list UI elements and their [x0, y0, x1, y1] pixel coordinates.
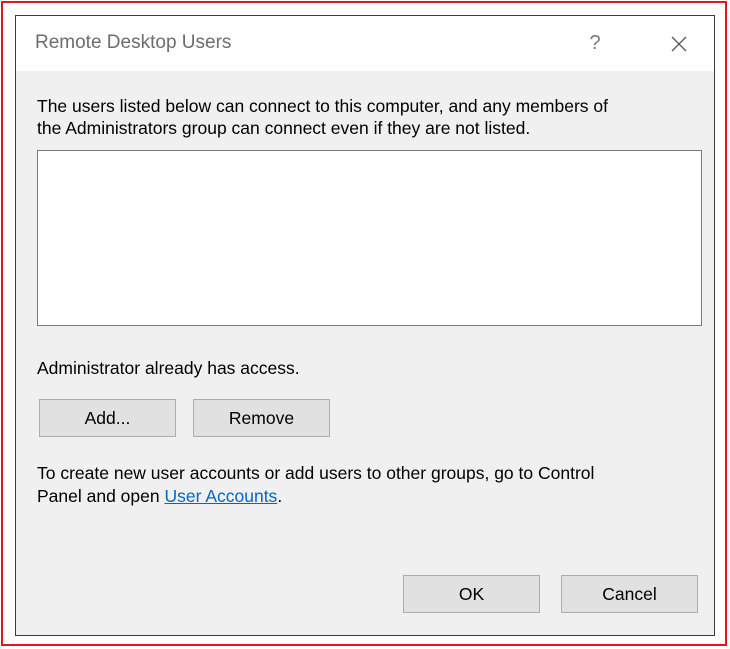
close-icon [671, 36, 687, 51]
footer-line-2-suffix: . [277, 486, 283, 506]
description-line-1: The users listed below can connect to th… [37, 96, 608, 116]
description-line-2: the Administrators group can connect eve… [37, 118, 531, 138]
footer-text: To create new user accounts or add users… [37, 462, 702, 508]
help-button[interactable]: ? [572, 16, 618, 71]
access-note: Administrator already has access. [37, 358, 300, 378]
footer-line-2: Panel and open User Accounts. [37, 485, 702, 508]
close-button[interactable] [656, 16, 702, 71]
footer-line-2-prefix: Panel and open [37, 486, 165, 506]
cancel-button[interactable]: Cancel [561, 575, 698, 613]
dialog-title: Remote Desktop Users [35, 32, 232, 53]
ok-button[interactable]: OK [403, 575, 540, 613]
remote-desktop-users-dialog: Remote Desktop Users ? The users listed … [15, 15, 715, 636]
add-button[interactable]: Add... [39, 399, 176, 437]
footer-line-1: To create new user accounts or add users… [37, 463, 595, 483]
users-list[interactable] [37, 150, 702, 326]
user-accounts-link[interactable]: User Accounts [164, 486, 277, 506]
remove-button[interactable]: Remove [193, 399, 330, 437]
title-bar[interactable]: Remote Desktop Users ? [16, 16, 714, 71]
description-text: The users listed below can connect to th… [37, 95, 702, 139]
